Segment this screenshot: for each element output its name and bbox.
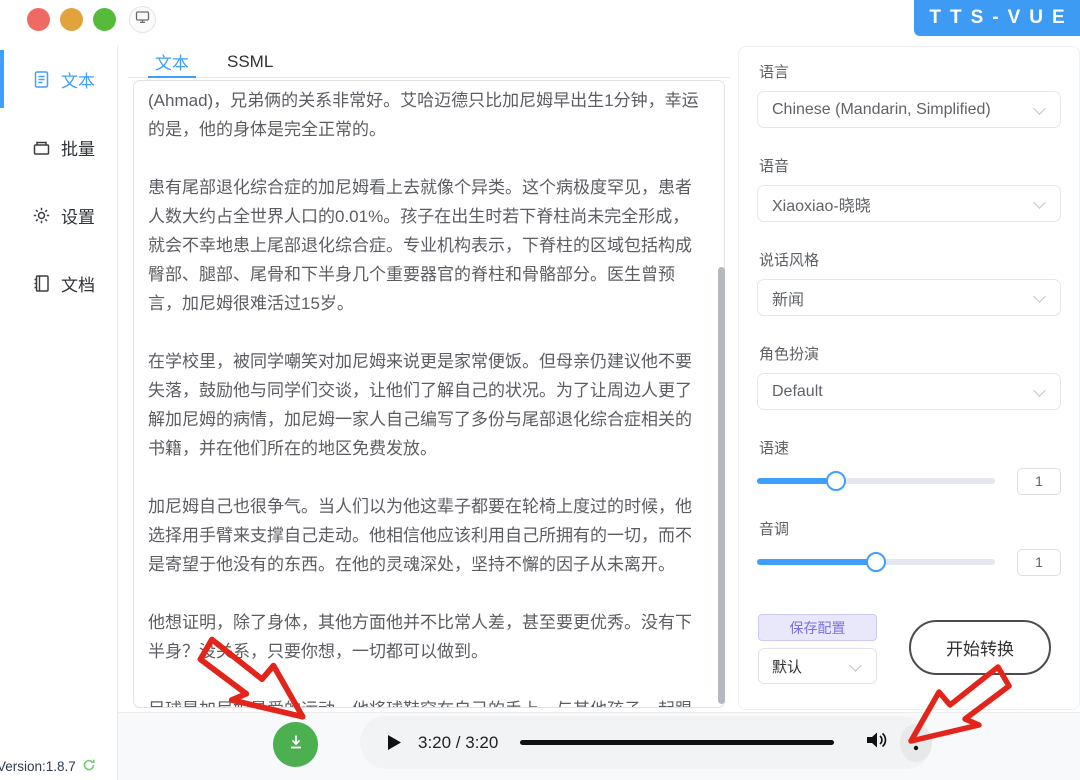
pitch-slider[interactable] xyxy=(757,559,995,565)
sidebar-item-label: 设置 xyxy=(61,203,95,228)
chevron-down-icon xyxy=(1033,196,1046,209)
progress-track[interactable] xyxy=(520,740,834,746)
speed-slider-fill xyxy=(757,478,836,484)
language-group: 语言 Chinese (Mandarin, Simplified) xyxy=(757,61,1061,128)
progress-bar xyxy=(520,740,834,745)
version-label: Version:1.8.7 xyxy=(0,758,96,775)
pitch-value-input[interactable]: 1 xyxy=(1017,549,1061,576)
voice-label: 语音 xyxy=(759,155,1061,176)
audio-player: 3:20 / 3:20 xyxy=(360,716,932,769)
sidebar-item-label: 文档 xyxy=(61,271,95,296)
sidebar-item-label: 文本 xyxy=(61,67,95,92)
speed-slider[interactable] xyxy=(757,478,995,484)
app-logo: TTS-VUE xyxy=(914,0,1080,36)
maximize-button[interactable] xyxy=(93,8,116,31)
sidebar-item-settings[interactable]: 设置 xyxy=(0,181,117,249)
chevron-down-icon xyxy=(1033,102,1046,115)
role-group: 角色扮演 Default xyxy=(757,343,1061,410)
role-label: 角色扮演 xyxy=(759,343,1061,364)
sidebar-item-text[interactable]: 文本 xyxy=(0,45,117,113)
preset-select[interactable]: 默认 xyxy=(758,648,877,684)
speed-value-input[interactable]: 1 xyxy=(1017,468,1061,495)
pitch-slider-fill xyxy=(757,559,876,565)
close-button[interactable] xyxy=(27,8,50,31)
style-label: 说话风格 xyxy=(759,249,1061,270)
speed-label: 语速 xyxy=(759,437,1061,458)
more-menu-button[interactable] xyxy=(900,724,932,762)
playback-time: 3:20 / 3:20 xyxy=(418,733,498,753)
sidebar-item-label: 批量 xyxy=(61,135,95,160)
language-label: 语言 xyxy=(759,61,1061,82)
tab-text[interactable]: 文本 xyxy=(155,46,189,77)
monitor-icon xyxy=(135,10,150,29)
pitch-group: 音调 1 xyxy=(757,518,1061,576)
volume-icon xyxy=(864,729,888,756)
start-convert-button[interactable]: 开始转换 xyxy=(909,620,1051,675)
chevron-down-icon xyxy=(1033,290,1046,303)
tts-vue-window: TTS-VUE 文本 批量 设置 文档 Ver xyxy=(0,0,1080,780)
archive-box-icon xyxy=(32,138,51,157)
download-icon xyxy=(286,732,306,757)
sidebar: 文本 批量 设置 文档 Version:1.8.7 xyxy=(0,45,118,780)
minimize-button[interactable] xyxy=(60,8,83,31)
tab-ssml[interactable]: SSML xyxy=(227,46,273,77)
save-config-button[interactable]: 保存配置 xyxy=(758,614,877,641)
speed-group: 语速 1 xyxy=(757,437,1061,495)
chevron-down-icon xyxy=(849,659,862,672)
settings-panel: 语言 Chinese (Mandarin, Simplified) 语音 Xia… xyxy=(738,46,1080,710)
titlebar: TTS-VUE xyxy=(0,0,1080,45)
download-button[interactable] xyxy=(273,722,318,767)
pitch-slider-handle[interactable] xyxy=(866,552,886,572)
text-input-area[interactable]: (Ahmad)，兄弟俩的关系非常好。艾哈迈德只比加尼姆早出生1分钟，幸运的是，他… xyxy=(133,80,725,708)
gear-icon xyxy=(32,206,51,225)
editor-panel: 文本 SSML (Ahmad)，兄弟俩的关系非常好。艾哈迈德只比加尼姆早出生1分… xyxy=(128,46,730,710)
action-row: 保存配置 默认 开始转换 xyxy=(758,614,1051,684)
voice-select[interactable]: Xiaoxiao-晓晓 xyxy=(757,185,1061,222)
voice-group: 语音 Xiaoxiao-晓晓 xyxy=(757,155,1061,222)
speed-slider-handle[interactable] xyxy=(826,471,846,491)
sidebar-item-batch[interactable]: 批量 xyxy=(0,113,117,181)
style-group: 说话风格 新闻 xyxy=(757,249,1061,316)
style-select[interactable]: 新闻 xyxy=(757,279,1061,316)
sidebar-item-docs[interactable]: 文档 xyxy=(0,249,117,317)
screen-button[interactable] xyxy=(129,6,156,33)
editor-tabs: 文本 SSML xyxy=(128,46,730,78)
role-select[interactable]: Default xyxy=(757,373,1061,410)
chevron-down-icon xyxy=(1033,384,1046,397)
volume-button[interactable] xyxy=(864,729,888,756)
kebab-menu-icon xyxy=(913,729,919,756)
notebook-icon xyxy=(32,274,51,293)
check-update-icon[interactable] xyxy=(82,758,96,775)
pitch-label: 音调 xyxy=(759,518,1061,539)
scrollbar-thumb[interactable] xyxy=(718,267,725,704)
file-text-icon xyxy=(32,70,51,89)
play-button[interactable] xyxy=(387,734,402,752)
language-select[interactable]: Chinese (Mandarin, Simplified) xyxy=(757,91,1061,128)
